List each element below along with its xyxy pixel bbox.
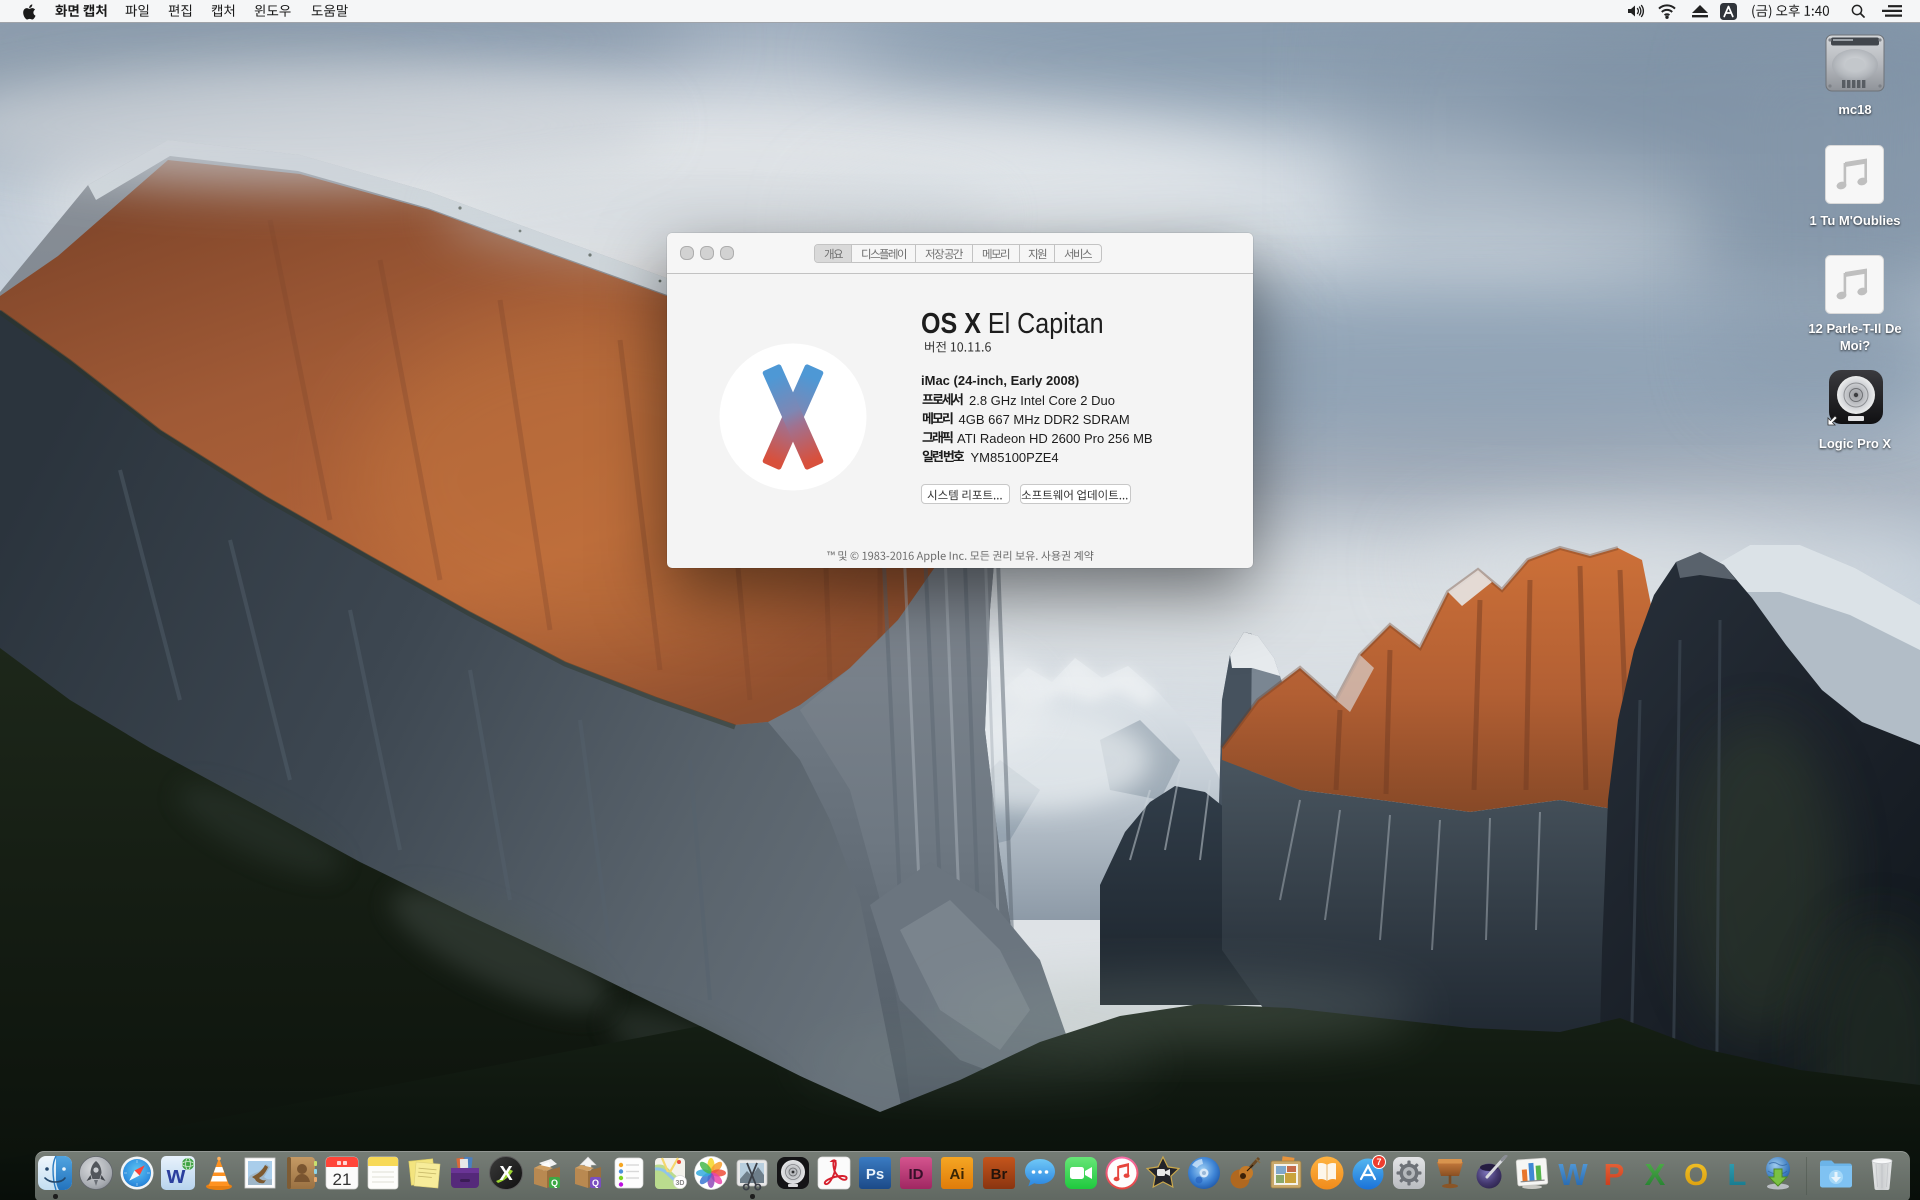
svg-text:X: X bbox=[500, 1163, 514, 1185]
svg-text:W: W bbox=[1558, 1157, 1588, 1191]
svg-text:21: 21 bbox=[333, 1170, 352, 1189]
svg-text:Ai: Ai bbox=[950, 1166, 965, 1183]
svg-text:Ps: Ps bbox=[866, 1166, 884, 1183]
svg-text:O: O bbox=[1684, 1157, 1708, 1191]
svg-text:3D: 3D bbox=[676, 1180, 685, 1187]
svg-text:Q: Q bbox=[551, 1178, 558, 1188]
svg-text:Br: Br bbox=[990, 1166, 1007, 1183]
svg-text:X: X bbox=[1644, 1157, 1665, 1191]
svg-text:P: P bbox=[1603, 1157, 1624, 1191]
svg-text:ID: ID bbox=[909, 1166, 924, 1183]
svg-text:Q: Q bbox=[592, 1178, 599, 1188]
svg-text:7: 7 bbox=[1376, 1157, 1381, 1167]
svg-text:L: L bbox=[1727, 1157, 1746, 1191]
